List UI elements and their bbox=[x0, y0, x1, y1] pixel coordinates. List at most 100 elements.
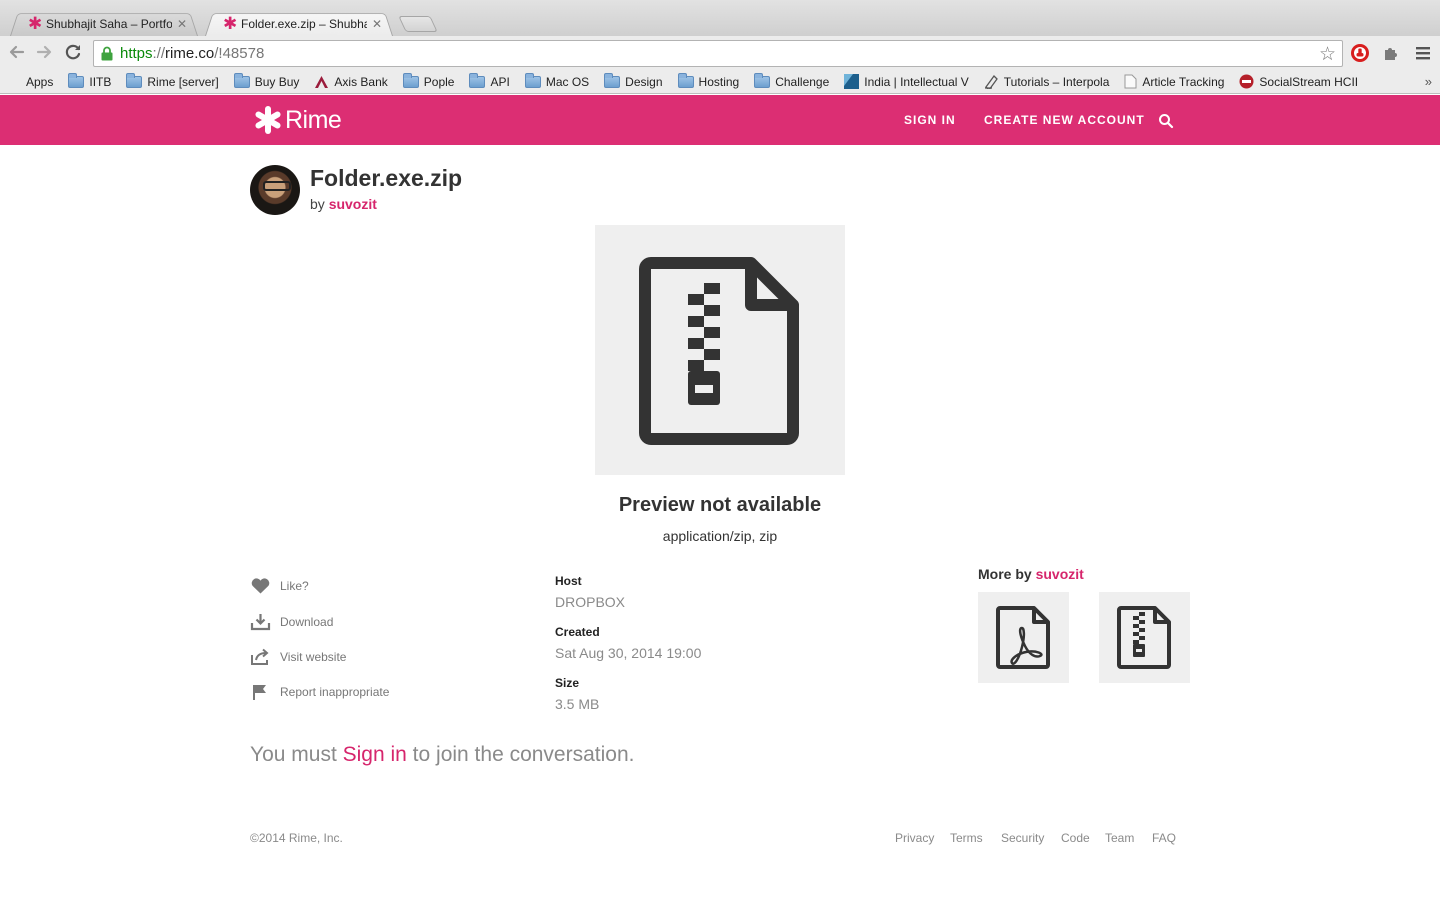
download-button[interactable]: Download bbox=[250, 613, 333, 631]
adblock-extension-icon[interactable] bbox=[1350, 43, 1370, 63]
page-favicon-icon bbox=[844, 74, 860, 89]
url-separator: :// bbox=[152, 45, 166, 62]
bookmark-label: SocialStream HCII bbox=[1259, 74, 1359, 89]
folder-icon bbox=[524, 72, 541, 88]
folder-icon bbox=[677, 72, 694, 88]
browser-tab-current[interactable]: ✱ Folder.exe.zip – Shubhajit ✕ bbox=[205, 11, 393, 36]
page-favicon-icon bbox=[984, 75, 998, 89]
created-value: Sat Aug 30, 2014 19:00 bbox=[555, 645, 702, 661]
conversation-signin-note: You must Sign in to join the conversatio… bbox=[250, 743, 634, 767]
conversation-signin-link[interactable]: Sign in bbox=[343, 743, 407, 766]
more-by-heading: More by suvozit bbox=[978, 566, 1084, 582]
footer-link-privacy[interactable]: Privacy bbox=[895, 831, 934, 845]
zip-file-icon bbox=[639, 257, 799, 445]
browser-toolbar: https :// rime.co /!48578 ☆ bbox=[0, 36, 1440, 70]
footer-link-terms[interactable]: Terms bbox=[950, 831, 983, 845]
more-item-zip[interactable] bbox=[1099, 592, 1190, 683]
bookmark-hosting[interactable]: Hosting bbox=[677, 72, 739, 89]
bookmark-axis-bank[interactable]: Axis Bank bbox=[314, 75, 388, 89]
create-account-link[interactable]: CREATE NEW ACCOUNT bbox=[984, 113, 1145, 127]
close-tab-icon[interactable]: ✕ bbox=[176, 17, 188, 31]
author-avatar[interactable] bbox=[250, 165, 300, 215]
bookmark-label: IITB bbox=[89, 74, 112, 89]
site-header: Rime SIGN IN CREATE NEW ACCOUNT bbox=[0, 95, 1440, 145]
search-icon[interactable] bbox=[1158, 113, 1174, 129]
created-label: Created bbox=[555, 625, 600, 639]
page-icon bbox=[1124, 74, 1137, 89]
address-bar[interactable]: https :// rime.co /!48578 ☆ bbox=[93, 40, 1343, 67]
axis-bank-icon bbox=[315, 75, 329, 88]
bookmark-socialstream[interactable]: SocialStream HCII bbox=[1239, 74, 1358, 89]
bookmark-design[interactable]: Design bbox=[604, 72, 663, 89]
folder-icon bbox=[754, 72, 771, 88]
conversation-prefix: You must bbox=[250, 743, 343, 766]
bookmark-star-icon[interactable]: ☆ bbox=[1319, 43, 1336, 66]
preview-unavailable-message: Preview not available bbox=[618, 494, 822, 516]
file-title: Folder.exe.zip bbox=[310, 165, 463, 191]
close-tab-icon[interactable]: ✕ bbox=[371, 17, 383, 31]
bookmark-api[interactable]: API bbox=[469, 72, 510, 89]
bookmark-rime-server[interactable]: Rime [server] bbox=[126, 72, 219, 89]
bookmark-label: Pople bbox=[423, 74, 455, 89]
bookmark-label: Challenge bbox=[775, 74, 830, 89]
back-button[interactable] bbox=[6, 41, 28, 63]
footer-link-security[interactable]: Security bbox=[1001, 831, 1044, 845]
pdf-file-icon bbox=[996, 606, 1050, 669]
author-link[interactable]: suvozit bbox=[329, 196, 377, 212]
host-value: DROPBOX bbox=[555, 594, 626, 610]
visit-website-label: Visit website bbox=[280, 650, 347, 664]
apps-grid-icon bbox=[8, 75, 21, 88]
footer-link-code[interactable]: Code bbox=[1061, 831, 1090, 845]
bookmark-label: API bbox=[490, 74, 510, 89]
bookmark-india-intellectual[interactable]: India | Intellectual V bbox=[844, 74, 969, 89]
bookmark-label: Design bbox=[625, 74, 663, 89]
reload-button[interactable] bbox=[62, 41, 84, 63]
host-label: Host bbox=[555, 574, 582, 588]
zip-file-icon bbox=[1117, 606, 1171, 669]
menu-icon[interactable] bbox=[1413, 43, 1433, 63]
footer-link-team[interactable]: Team bbox=[1105, 831, 1134, 845]
bookmark-mac-os[interactable]: Mac OS bbox=[524, 72, 590, 89]
reload-icon bbox=[65, 44, 81, 60]
size-label: Size bbox=[555, 676, 580, 690]
flag-icon bbox=[253, 685, 266, 700]
bookmark-label: Mac OS bbox=[545, 74, 590, 89]
bookmark-apps[interactable]: Apps bbox=[8, 75, 53, 89]
more-bookmarks-chevron[interactable]: » bbox=[1425, 74, 1432, 89]
sign-in-link[interactable]: SIGN IN bbox=[904, 113, 956, 127]
url-path: /!48578 bbox=[214, 45, 265, 62]
forward-button[interactable] bbox=[33, 41, 55, 63]
new-tab-button[interactable] bbox=[398, 16, 438, 32]
bookmark-label: India | Intellectual V bbox=[864, 74, 969, 89]
puzzle-extension-icon[interactable] bbox=[1381, 43, 1401, 63]
folder-icon bbox=[402, 72, 419, 88]
bookmark-article-tracking[interactable]: Article Tracking bbox=[1124, 74, 1224, 89]
like-button[interactable]: Like? bbox=[250, 577, 309, 595]
share-external-icon bbox=[251, 648, 269, 665]
tab-title: Shubhajit Saha – Portfolio bbox=[46, 16, 172, 31]
bookmark-iitb[interactable]: IITB bbox=[68, 72, 112, 89]
bookmark-pople[interactable]: Pople bbox=[402, 72, 455, 89]
rime-favicon-icon: ✱ bbox=[28, 14, 43, 33]
folder-icon bbox=[68, 72, 85, 88]
bookmark-buy-buy[interactable]: Buy Buy bbox=[233, 72, 299, 89]
download-label: Download bbox=[280, 615, 334, 629]
browser-tab-portfolio[interactable]: ✱ Shubhajit Saha – Portfolio ✕ bbox=[10, 11, 198, 36]
file-preview bbox=[595, 225, 845, 475]
file-mime-type: application/zip, zip bbox=[662, 528, 778, 544]
visit-website-button[interactable]: Visit website bbox=[250, 648, 346, 666]
folder-icon bbox=[126, 72, 143, 88]
by-text: by bbox=[310, 196, 325, 212]
rime-logo[interactable]: Rime bbox=[252, 104, 342, 136]
forward-arrow-icon bbox=[36, 45, 52, 59]
bookmark-challenge[interactable]: Challenge bbox=[754, 72, 830, 89]
more-by-author-link[interactable]: suvozit bbox=[1036, 566, 1084, 582]
back-arrow-icon bbox=[9, 45, 25, 59]
report-button[interactable]: Report inappropriate bbox=[250, 683, 389, 701]
browser-tabstrip: ✱ Shubhajit Saha – Portfolio ✕ ✱ Folder.… bbox=[0, 0, 1440, 36]
report-label: Report inappropriate bbox=[280, 685, 390, 699]
bookmarks-bar: Apps IITB Rime [server] Buy Buy Axis Ban… bbox=[0, 70, 1440, 94]
more-item-pdf[interactable] bbox=[978, 592, 1069, 683]
bookmark-tutorials[interactable]: Tutorials – Interpola bbox=[984, 74, 1109, 89]
footer-link-faq[interactable]: FAQ bbox=[1152, 831, 1176, 845]
